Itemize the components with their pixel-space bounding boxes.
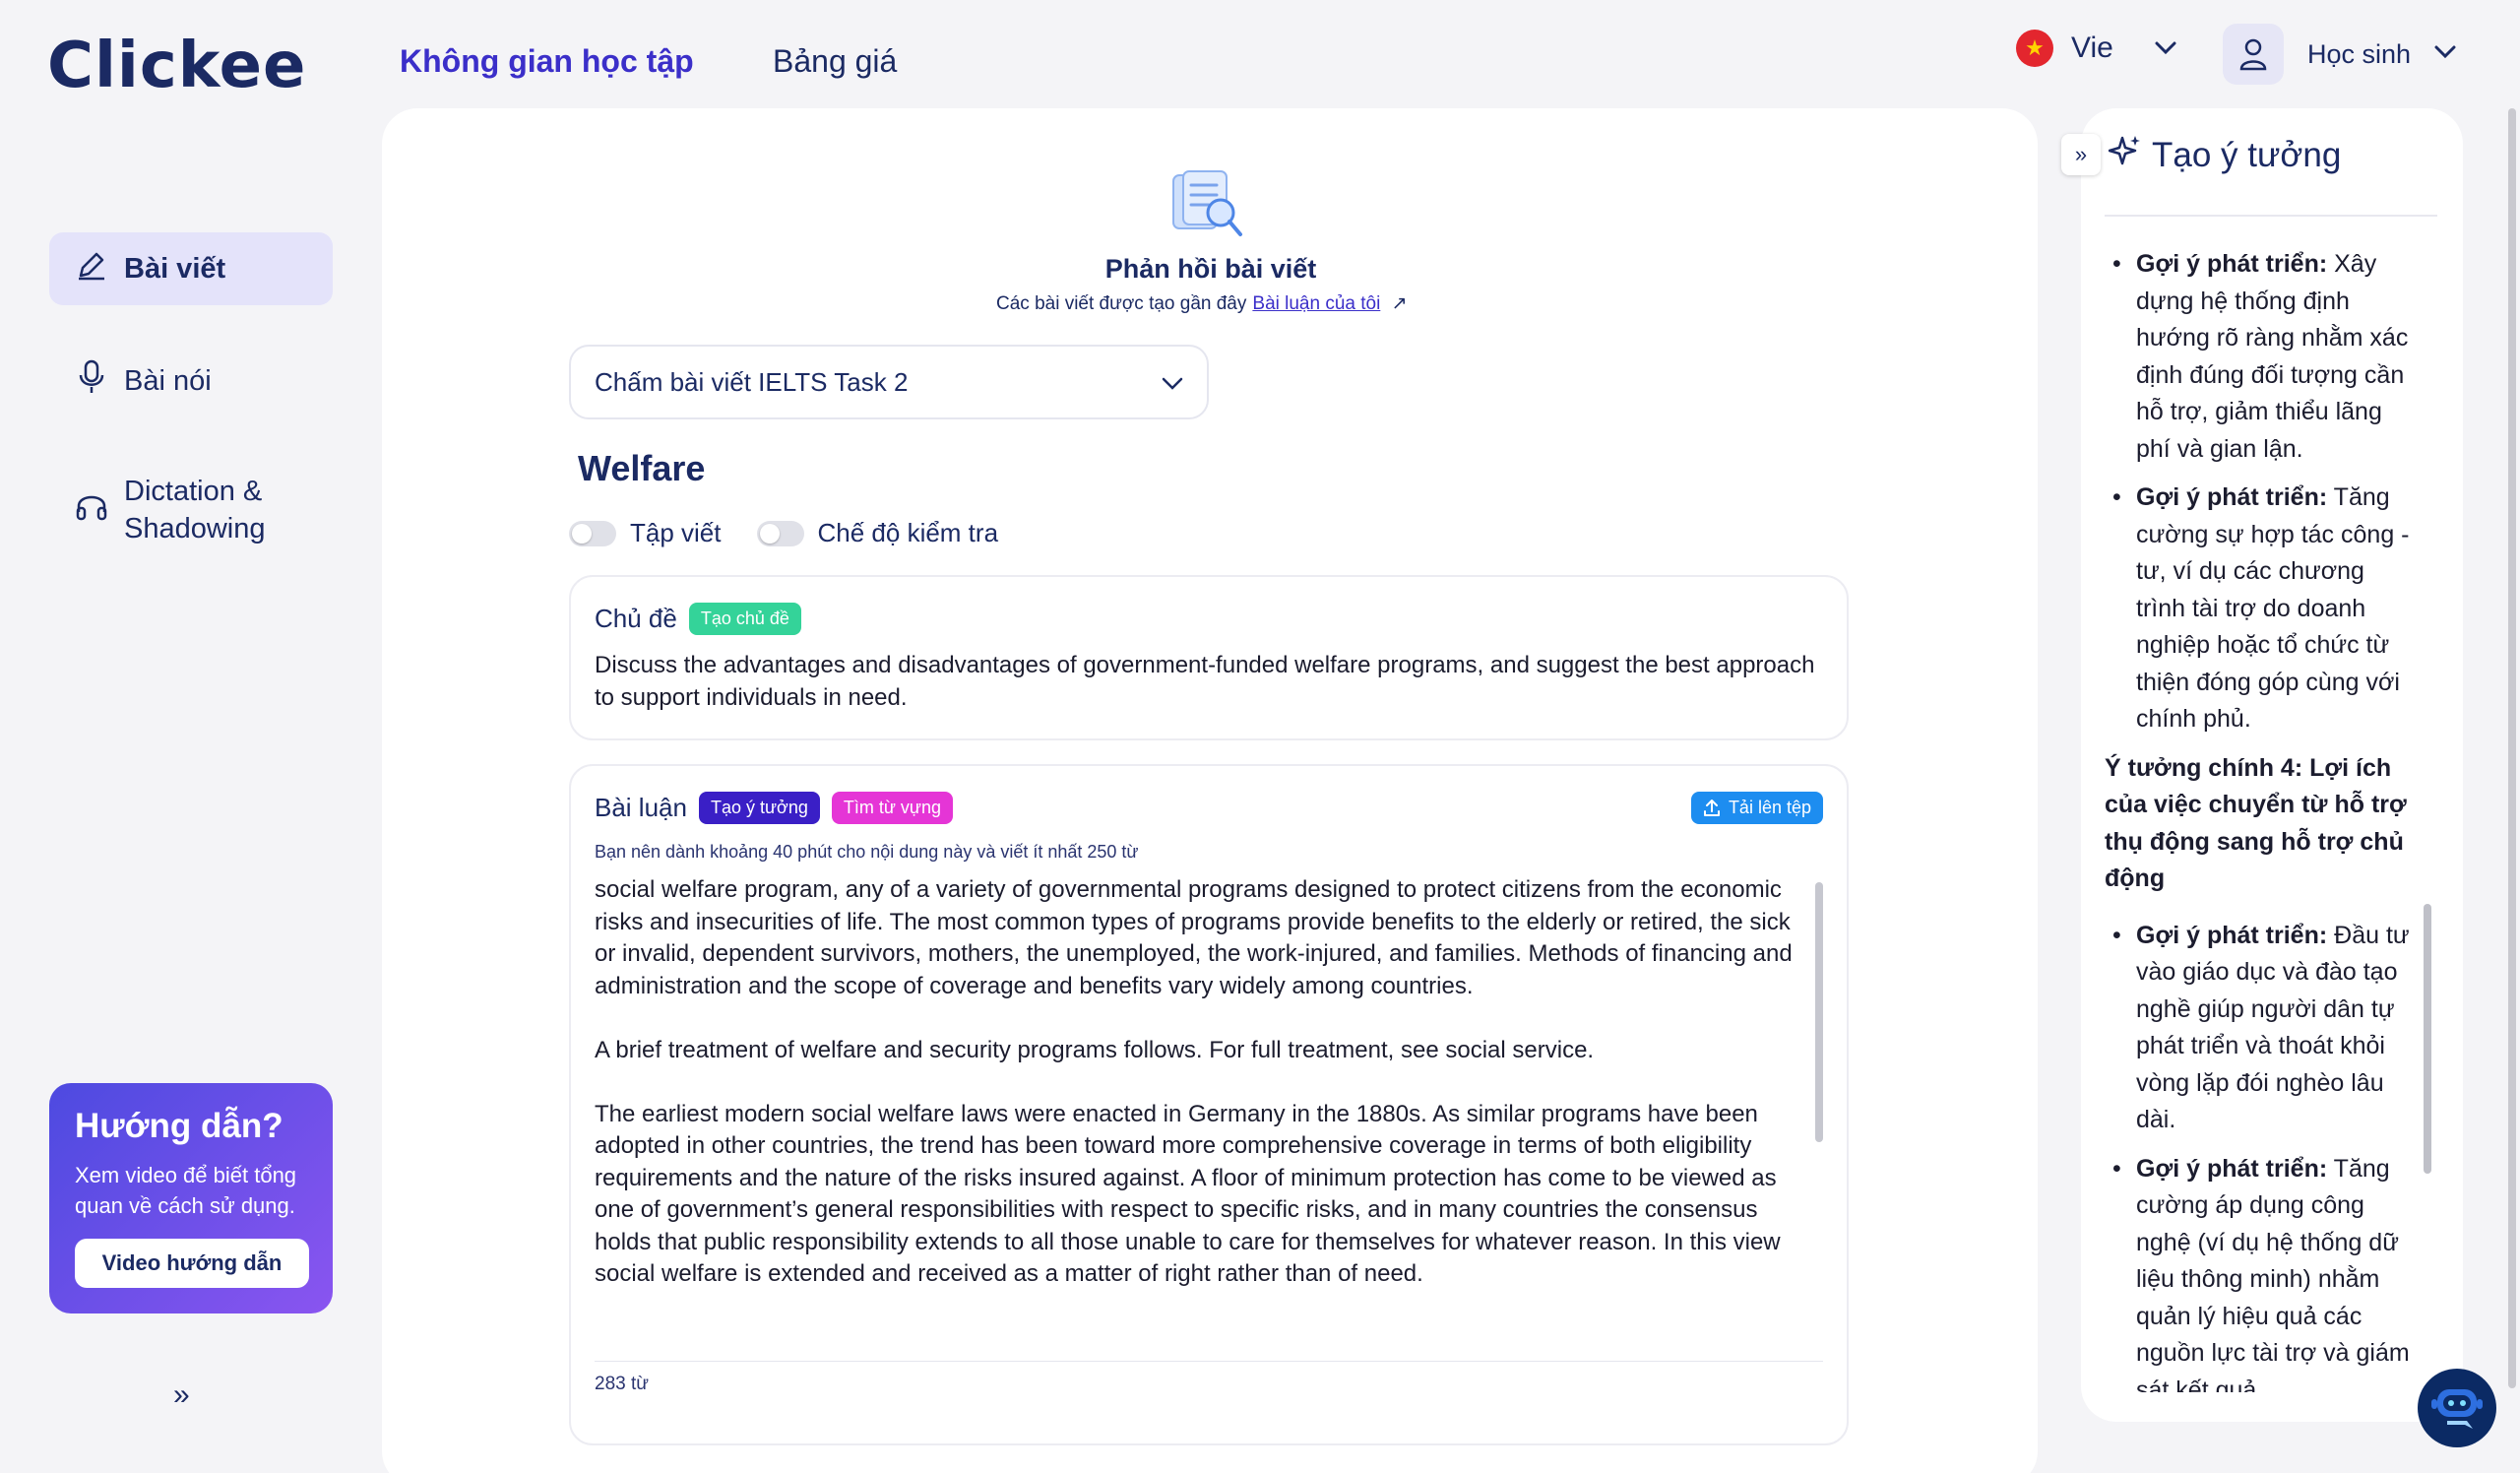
- ideas-title-text: Tạo ý tưởng: [2152, 135, 2342, 174]
- nav-pricing[interactable]: Bảng giá: [773, 43, 897, 80]
- generate-ideas-button[interactable]: Tạo ý tưởng: [698, 792, 820, 824]
- essay-scrollbar[interactable]: [1815, 882, 1823, 1142]
- language-selector[interactable]: ★ Vie: [2016, 30, 2176, 67]
- ideas-panel-title: Tạo ý tưởng: [2108, 134, 2342, 176]
- guide-card: Hướng dẫn? Xem video để biết tổng quan v…: [49, 1083, 333, 1313]
- ideas-scrollbar[interactable]: [2424, 904, 2431, 1174]
- essay-card: Bài luận Tạo ý tưởng Tìm từ vựng Tải lên…: [569, 764, 1849, 1445]
- video-guide-button[interactable]: Video hướng dẫn: [75, 1239, 309, 1288]
- pencil-icon: [75, 248, 108, 289]
- sidebar-item-dictation[interactable]: Dictation & Shadowing: [49, 471, 333, 549]
- sparkle-icon: [2108, 134, 2142, 176]
- list-item: Gợi ý phát triển: Đầu tư vào giáo dục và…: [2105, 918, 2420, 1139]
- find-vocabulary-button[interactable]: Tìm từ vựng: [831, 792, 953, 824]
- sidebar-item-speaking[interactable]: Bài nói: [49, 347, 333, 416]
- ideas-divider: [2105, 215, 2437, 217]
- task-select-value: Chấm bài viết IELTS Task 2: [595, 366, 909, 397]
- sidebar-item-label: Bài viết: [124, 252, 226, 285]
- guide-title: Hướng dẫn?: [75, 1107, 284, 1145]
- guide-text: Xem video để biết tổng quan về cách sử d…: [75, 1163, 297, 1218]
- test-mode-toggle[interactable]: [756, 520, 804, 546]
- ideas-list: Gợi ý phát triển: Đầu tư vào giáo dục và…: [2105, 918, 2420, 1393]
- vietnam-flag-icon: ★: [2016, 30, 2053, 67]
- essay-card-header: Bài luận Tạo ý tưởng Tìm từ vựng Tải lên…: [595, 792, 1823, 824]
- ideas-list: Gợi ý phát triển: Xây dựng hệ thống định…: [2105, 246, 2420, 738]
- collapse-panel-button[interactable]: »: [2061, 134, 2101, 175]
- feedback-document-icon: [1169, 169, 1246, 240]
- chevron-down-icon: [2434, 45, 2456, 64]
- user-role: Học sinh: [2307, 38, 2412, 69]
- mode-toggles: Tập viết Chế độ kiểm tra: [569, 518, 998, 548]
- essay-divider: [595, 1361, 1823, 1362]
- topic-card: Chủ đề Tạo chủ đề Discuss the advantages…: [569, 575, 1849, 740]
- upload-file-label: Tải lên tệp: [1728, 798, 1811, 817]
- test-mode-toggle-group: Chế độ kiểm tra: [756, 518, 999, 548]
- user-icon: [2223, 24, 2284, 85]
- essay-paragraph: The earliest modern social welfare laws …: [595, 1100, 1781, 1288]
- essay-paragraph: A brief treatment of welfare and securit…: [595, 1036, 1595, 1063]
- topic-card-header: Chủ đề Tạo chủ đề: [595, 603, 1823, 635]
- practice-toggle[interactable]: [569, 520, 616, 546]
- headphones-icon: [75, 488, 108, 532]
- chevron-down-icon: [2155, 35, 2176, 61]
- upload-file-button[interactable]: Tải lên tệp: [1690, 792, 1823, 824]
- word-count: 283 từ: [595, 1374, 649, 1394]
- essay-label: Bài luận: [595, 793, 687, 822]
- page-scrollbar[interactable]: [2508, 108, 2516, 1388]
- sidebar-item-label: Dictation & Shadowing: [124, 476, 266, 544]
- topic-label: Chủ đề: [595, 604, 677, 633]
- feedback-subtitle-text: Các bài viết được tạo gần đây: [996, 293, 1247, 314]
- practice-toggle-group: Tập viết: [569, 518, 722, 548]
- sidebar-item-writing[interactable]: Bài viết: [49, 232, 333, 305]
- user-menu[interactable]: Học sinh: [2223, 24, 2456, 85]
- test-mode-toggle-label: Chế độ kiểm tra: [817, 518, 999, 547]
- nav-learning-space[interactable]: Không gian học tập: [400, 43, 694, 80]
- essay-hint: Bạn nên dành khoảng 40 phút cho nội dung…: [595, 842, 1139, 862]
- task-select[interactable]: Chấm bài viết IELTS Task 2: [569, 345, 1209, 419]
- microphone-icon: [75, 358, 108, 404]
- essay-textarea[interactable]: social welfare program, any of a variety…: [595, 874, 1823, 1347]
- feedback-title: Phản hồi bài viết: [1104, 254, 1317, 284]
- list-item: Gợi ý phát triển: Xây dựng hệ thống định…: [2105, 246, 2420, 468]
- topic-title: Welfare: [578, 448, 706, 488]
- chatbot-icon[interactable]: [2418, 1369, 2496, 1447]
- main-idea-heading: Ý tưởng chính 4: Lợi ích của việc chuyển…: [2105, 753, 2407, 893]
- topic-text: Discuss the advantages and disadvantages…: [595, 652, 1815, 711]
- ideas-content: Gợi ý phát triển: Xây dựng hệ thống định…: [2105, 246, 2420, 1392]
- generate-topic-button[interactable]: Tạo chủ đề: [688, 603, 801, 635]
- upload-icon: [1703, 799, 1720, 816]
- list-item: Gợi ý phát triển: Tăng cường áp dụng côn…: [2105, 1151, 2420, 1393]
- feedback-subtitle: Các bài viết được tạo gần đây Bài luận củ…: [996, 292, 1408, 315]
- list-item: Gợi ý phát triển: Tăng cường sự hợp tác …: [2105, 480, 2420, 738]
- external-link-icon[interactable]: ↗: [1392, 293, 1408, 314]
- language-label: Vie: [2071, 32, 2113, 64]
- sidebar-item-label: Bài nói: [124, 364, 212, 397]
- practice-toggle-label: Tập viết: [630, 518, 722, 547]
- chevron-down-icon: [1162, 367, 1183, 398]
- my-essays-link[interactable]: Bài luận của tôi: [1252, 293, 1380, 314]
- expand-sidebar-icon[interactable]: »: [173, 1378, 190, 1412]
- logo[interactable]: Clickee: [47, 30, 306, 102]
- essay-paragraph: social welfare program, any of a variety…: [595, 876, 1793, 999]
